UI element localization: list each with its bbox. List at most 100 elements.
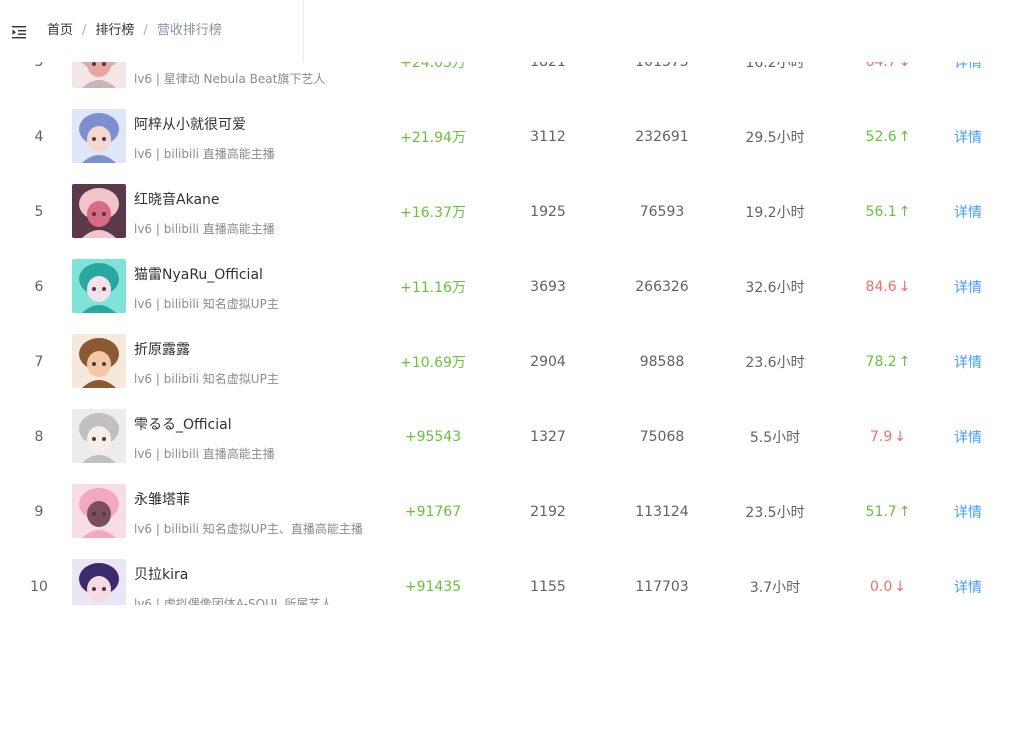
score-value: 56.1 [865, 203, 897, 220]
streamer-name[interactable]: 折原露露 [134, 339, 190, 359]
streamer-name[interactable]: 红晓音Akane [134, 189, 220, 209]
live-duration: 23.5小时 [745, 504, 805, 521]
score-value: 78.2 [865, 353, 897, 370]
score-value: 84.6 [865, 278, 897, 295]
arrow-up-icon: ↑ [898, 203, 911, 220]
detail-link[interactable]: 详情 [944, 399, 992, 474]
rank-number: 7 [34, 353, 44, 370]
stat-value-2: 113124 [635, 503, 689, 520]
revenue-value: +91767 [404, 503, 462, 520]
stat-value-1: 3693 [530, 278, 566, 295]
score-trend: 84.6 ↓ [834, 249, 942, 324]
score-value: 52.6 [865, 128, 897, 145]
revenue-value: +11.16万 [400, 279, 466, 296]
rank-number: 4 [34, 128, 44, 145]
table-row: 7 折原露露 lv6 | bilibili 知名虚拟UP主 +10.69万 2904 98… [24, 324, 1019, 400]
avatar[interactable] [72, 259, 126, 313]
streamer-description: lv6 | bilibili 知名虚拟UP主、直播高能主播 [134, 522, 363, 536]
live-duration: 3.7小时 [749, 579, 801, 596]
breadcrumb-home[interactable]: 首页 [47, 23, 73, 38]
live-duration: 5.5小时 [749, 429, 801, 446]
score-trend: 0.0 ↓ [834, 549, 942, 605]
streamer-description: lv6 | 星律动 Nebula Beat旗下艺人 [134, 72, 326, 86]
revenue-value: +21.94万 [400, 129, 466, 146]
avatar[interactable] [72, 484, 126, 538]
breadcrumb: 首页 / 排行榜 / 营收排行榜 [47, 22, 222, 40]
rank-number: 10 [30, 578, 48, 595]
detail-link[interactable]: 详情 [944, 249, 992, 324]
streamer-name[interactable]: 猫雷NyaRu_Official [134, 264, 263, 284]
stat-value-1: 1327 [530, 428, 566, 445]
rank-number: 5 [34, 203, 44, 220]
detail-link[interactable]: 详情 [944, 324, 992, 399]
stat-value-1: 2192 [530, 503, 566, 520]
breadcrumb-rankings[interactable]: 排行榜 [95, 23, 134, 38]
streamer-description: lv6 | bilibili 知名虚拟UP主 [134, 297, 279, 311]
detail-link[interactable]: 详情 [944, 174, 992, 249]
table-row: 10 贝拉kira lv6 | 虚拟偶像团体A-SOUL 所属艺人 +91435 115… [24, 549, 1019, 605]
stat-value-2: 232691 [635, 128, 689, 145]
arrow-down-icon: ↓ [894, 428, 906, 445]
streamer-name[interactable]: 贝拉kira [134, 564, 188, 584]
streamer-name[interactable]: 永雏塔菲 [134, 489, 190, 509]
breadcrumb-current: 营收排行榜 [156, 23, 222, 38]
stat-value-1: 3112 [530, 128, 566, 145]
arrow-down-icon: ↓ [894, 578, 906, 595]
score-value: 7.9 [870, 428, 893, 445]
streamer-description: lv6 | bilibili 直播高能主播 [134, 222, 275, 236]
stat-value-1: 1155 [530, 578, 566, 595]
arrow-up-icon: ↑ [898, 128, 911, 145]
revenue-value: +10.69万 [400, 354, 466, 371]
avatar[interactable] [72, 109, 126, 163]
table-row: 5 红晓音Akane lv6 | bilibili 直播高能主播 +16.37万 192… [24, 174, 1019, 250]
live-duration: 29.5小时 [745, 129, 805, 146]
streamer-name[interactable]: 阿梓从小就很可爱 [134, 114, 246, 134]
table-row: 9 永雏塔菲 lv6 | bilibili 知名虚拟UP主、直播高能主播 +91767… [24, 474, 1019, 550]
breadcrumb-separator: / [82, 23, 87, 38]
rank-number: 6 [34, 278, 44, 295]
table-row: 8 雫るる_Official lv6 | bilibili 直播高能主播 +95543… [24, 399, 1019, 475]
rank-number: 8 [34, 428, 44, 445]
top-header: 首页 / 排行榜 / 营收排行榜 [0, 0, 1019, 62]
score-trend: 7.9 ↓ [834, 399, 942, 474]
breadcrumb-separator: / [143, 23, 148, 38]
score-trend: 52.6 ↑ [834, 99, 942, 174]
revenue-ranking-table: 3lv6 | 星律动 Nebula Beat旗下艺人+24.03万1821101… [24, 24, 1019, 605]
streamer-description: lv6 | bilibili 直播高能主播 [134, 147, 275, 161]
avatar[interactable] [72, 409, 126, 463]
score-trend: 78.2 ↑ [834, 324, 942, 399]
live-duration: 19.2小时 [745, 204, 805, 221]
stat-value-2: 75068 [639, 428, 685, 445]
detail-link[interactable]: 详情 [944, 549, 992, 605]
stat-value-2: 117703 [635, 578, 689, 595]
stat-value-1: 2904 [530, 353, 566, 370]
streamer-description: lv6 | bilibili 直播高能主播 [134, 447, 275, 461]
avatar[interactable] [72, 559, 126, 605]
live-duration: 23.6小时 [745, 354, 805, 371]
arrow-down-icon: ↓ [898, 278, 911, 295]
stat-value-2: 76593 [639, 203, 685, 220]
table-row: 6 猫雷NyaRu_Official lv6 | bilibili 知名虚拟UP主 +… [24, 249, 1019, 325]
detail-link[interactable]: 详情 [944, 99, 992, 174]
table-row: 4 阿梓从小就很可爱 lv6 | bilibili 直播高能主播 +21.94万 311… [24, 99, 1019, 175]
revenue-value: +95543 [404, 428, 462, 445]
streamer-name[interactable]: 雫るる_Official [134, 414, 232, 434]
arrow-up-icon: ↑ [898, 353, 911, 370]
stat-value-1: 1925 [530, 203, 566, 220]
detail-link[interactable]: 详情 [944, 474, 992, 549]
stat-value-2: 266326 [635, 278, 689, 295]
stat-value-2: 98588 [639, 353, 685, 370]
score-value: 51.7 [865, 503, 897, 520]
live-duration: 32.6小时 [745, 279, 805, 296]
streamer-description: lv6 | bilibili 知名虚拟UP主 [134, 372, 279, 386]
header-left: 首页 / 排行榜 / 营收排行榜 [0, 0, 304, 62]
arrow-up-icon: ↑ [898, 503, 911, 520]
avatar[interactable] [72, 184, 126, 238]
revenue-value: +91435 [404, 578, 462, 595]
score-trend: 51.7 ↑ [834, 474, 942, 549]
rank-number: 9 [34, 503, 44, 520]
menu-fold-icon[interactable] [11, 24, 27, 40]
score-value: 0.0 [870, 578, 893, 595]
avatar[interactable] [72, 334, 126, 388]
streamer-description: lv6 | 虚拟偶像团体A-SOUL 所属艺人 [134, 597, 333, 605]
